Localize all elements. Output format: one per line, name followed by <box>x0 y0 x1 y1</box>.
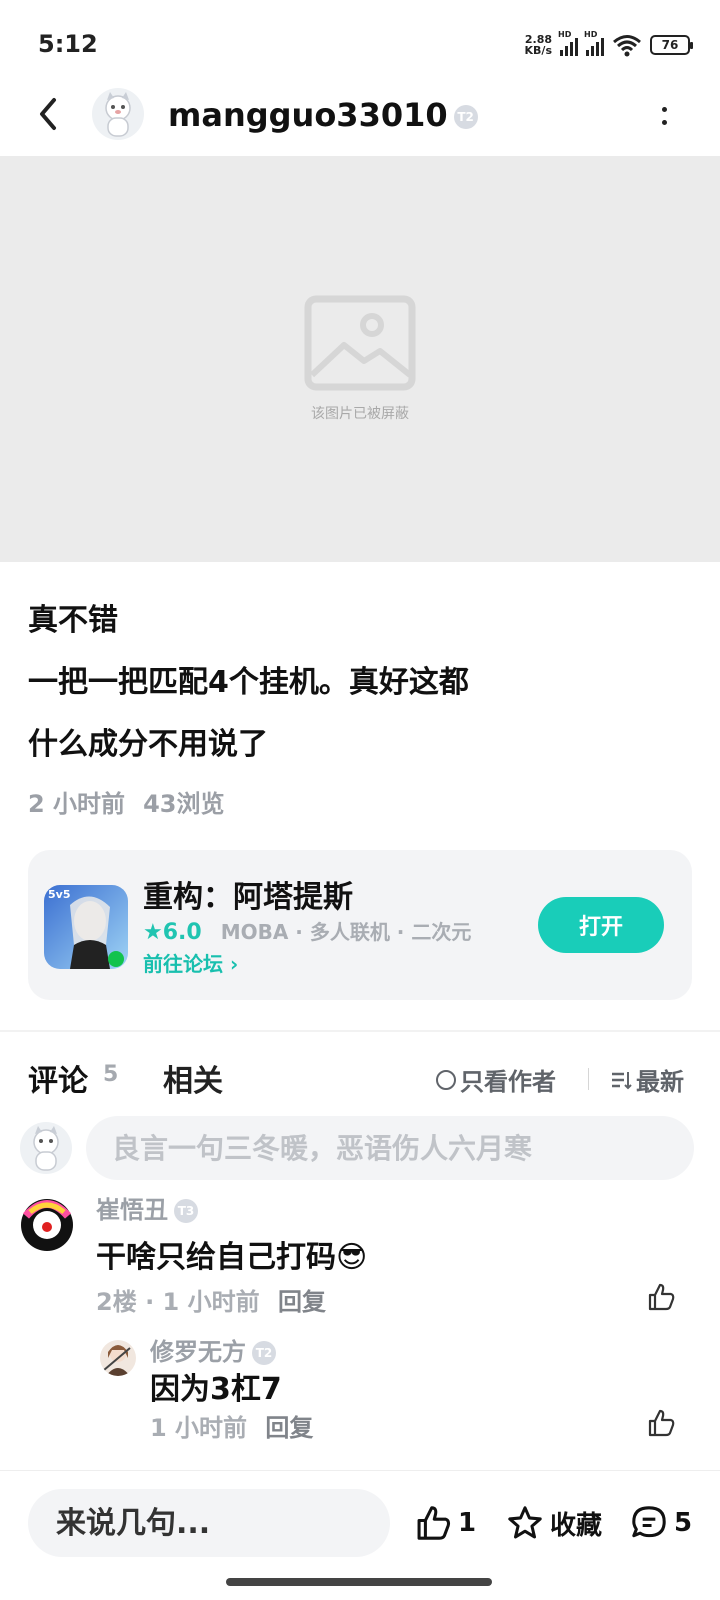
level-badge: T3 <box>174 1199 198 1223</box>
comment-text: 干啥只给自己打码😎 <box>96 1240 368 1275</box>
author-only-filter[interactable]: 只看作者 <box>436 1062 556 1097</box>
comment-time: 1 小时前 <box>162 1288 260 1316</box>
battery-icon: 76 <box>650 35 693 55</box>
status-bar: 5:12 2.88 KB/s HD HD 76 <box>0 0 720 90</box>
commenter-name[interactable]: 崔悟丑 T3 <box>96 1190 198 1225</box>
blocked-image-text: 该图片已被屏蔽 <box>311 406 409 422</box>
level-badge: T2 <box>252 1341 276 1365</box>
post-time: 2 小时前 <box>28 790 126 818</box>
tab-related[interactable]: 相关 <box>163 1056 223 1100</box>
post-text-line: 什么成分不用说了 <box>28 727 268 762</box>
bottom-action-bar: 1 收藏 5 <box>0 1470 720 1600</box>
game-icon[interactable]: 5v5 <box>44 885 128 969</box>
image-placeholder-icon <box>304 295 416 391</box>
comment-tabs: 评论 5 相关 只看作者 最新 <box>0 1040 720 1110</box>
comment-meta: 2楼 · 1 小时前 回复 <box>96 1288 326 1316</box>
thumbs-up-icon <box>648 1283 675 1311</box>
post-meta: 2 小时前 43浏览 <box>28 784 688 819</box>
commenter-name[interactable]: 修罗无方 T2 <box>150 1332 276 1367</box>
status-time: 5:12 <box>38 30 98 58</box>
like-post-button[interactable]: 1 <box>414 1503 476 1543</box>
game-card[interactable]: 5v5 重构：阿塔提斯 ★6.0 MOBA · 多人联机 · 二次元 前往论坛 … <box>28 850 692 1000</box>
like-count: 1 <box>458 1508 477 1538</box>
reply-button[interactable]: 回复 <box>278 1288 326 1316</box>
comment-input-row <box>0 1114 720 1182</box>
cat-avatar-icon <box>105 92 131 137</box>
commenter-avatar[interactable] <box>20 1198 74 1252</box>
more-options-button[interactable] <box>652 98 676 134</box>
thumbs-up-icon <box>417 1506 451 1540</box>
comment-button[interactable]: 5 <box>630 1503 692 1543</box>
open-game-button[interactable]: 打开 <box>538 897 664 953</box>
reply-button[interactable]: 回复 <box>265 1414 313 1442</box>
home-indicator[interactable] <box>226 1578 492 1586</box>
anime-avatar-icon <box>103 1345 131 1376</box>
divider <box>0 1030 720 1032</box>
reply-item: 修罗无方 T2 因为3杠7 1 小时前 回复 <box>0 1334 720 1454</box>
signal-icon: HD <box>558 30 578 56</box>
level-badge: T2 <box>453 105 478 129</box>
post-title: 真不错 <box>28 603 118 638</box>
comment-meta: 1 小时前 回复 <box>150 1408 313 1443</box>
my-avatar <box>20 1122 72 1174</box>
post-text-line: 一把一把匹配4个挂机。真好这都 <box>28 665 469 700</box>
comment-text: 因为3杠7 <box>150 1372 282 1407</box>
status-icons: 2.88 KB/s HD HD 76 <box>524 30 693 60</box>
signal-icon: HD <box>584 30 604 56</box>
wifi-icon <box>613 35 641 57</box>
comment-count: 5 <box>674 1508 693 1538</box>
sort-button[interactable]: 最新 <box>610 1062 684 1097</box>
comment-time: 1 小时前 <box>150 1414 248 1442</box>
like-button[interactable] <box>646 1282 678 1314</box>
comment-floor: 2楼 <box>96 1288 137 1316</box>
network-speed: 2.88 KB/s <box>524 33 552 57</box>
chevron-left-icon <box>40 98 56 130</box>
radio-circle-icon <box>436 1069 456 1090</box>
author-username[interactable]: mangguo33010 T2 <box>168 96 478 134</box>
blocked-image[interactable]: 该图片已被屏蔽 <box>0 156 720 562</box>
thumbs-up-icon <box>648 1409 675 1437</box>
comments-count: 5 <box>103 1062 119 1087</box>
post-body: 真不错 一把一把匹配4个挂机。真好这都 什么成分不用说了 2 小时前 43浏览 <box>28 590 688 819</box>
game-icon-badge: 5v5 <box>48 888 71 901</box>
comment-input[interactable] <box>86 1116 694 1180</box>
game-title[interactable]: 重构：阿塔提斯 <box>143 872 353 916</box>
chevron-right-icon: › <box>229 952 239 976</box>
game-info: ★6.0 MOBA · 多人联机 · 二次元 <box>143 916 471 945</box>
clown-avatar-icon <box>21 1199 73 1251</box>
tab-comments[interactable]: 评论 <box>28 1056 88 1100</box>
sort-icon <box>612 1071 632 1089</box>
author-avatar[interactable] <box>92 88 144 140</box>
top-bar: mangguo33010 T2 <box>0 80 720 156</box>
back-button[interactable] <box>28 94 68 134</box>
cat-avatar-icon <box>33 1126 59 1171</box>
star-icon: ★ <box>143 920 163 945</box>
like-button[interactable] <box>646 1408 678 1440</box>
forum-link[interactable]: 前往论坛 › <box>143 948 238 977</box>
star-outline-icon <box>508 1506 542 1539</box>
game-score: 6.0 <box>162 920 202 945</box>
say-something-input[interactable] <box>28 1489 390 1557</box>
comment-bubble-icon <box>632 1506 666 1538</box>
comment-item: 崔悟丑 T3 干啥只给自己打码😎 2楼 · 1 小时前 回复 <box>0 1190 720 1330</box>
favorite-button[interactable]: 收藏 <box>506 1503 602 1543</box>
separator <box>588 1068 589 1090</box>
game-tags: MOBA · 多人联机 · 二次元 <box>220 920 472 944</box>
commenter-avatar[interactable] <box>100 1340 136 1376</box>
post-views: 43浏览 <box>143 790 225 818</box>
favorite-label: 收藏 <box>550 1510 603 1541</box>
